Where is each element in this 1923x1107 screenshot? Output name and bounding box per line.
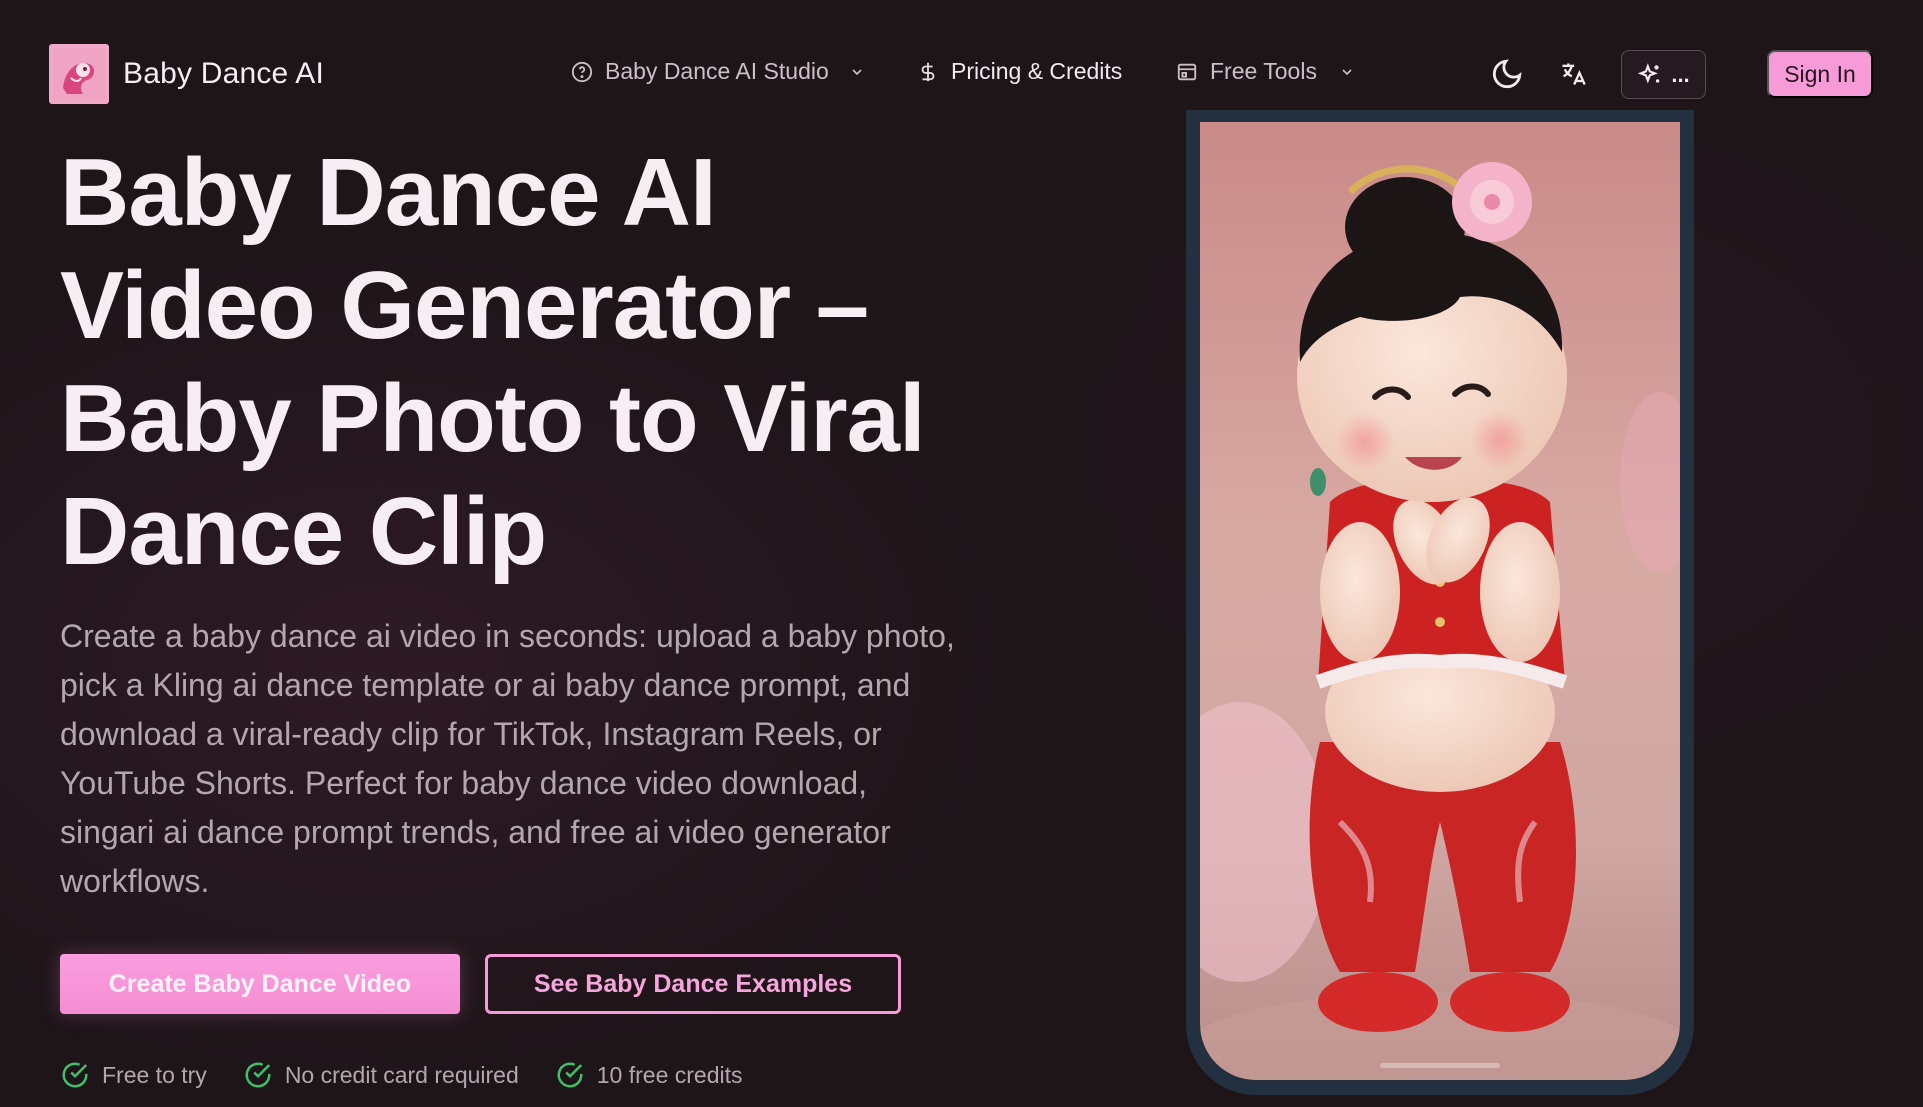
feature-label: 10 free credits xyxy=(596,1061,743,1088)
create-video-button[interactable]: Create Baby Dance Video xyxy=(60,954,460,1014)
nav-pricing-link[interactable]: Pricing & Credits xyxy=(917,58,1122,85)
see-examples-button[interactable]: See Baby Dance Examples xyxy=(485,954,901,1014)
chevron-down-icon xyxy=(1342,68,1352,75)
hero-description: Create a baby dance ai video in seconds:… xyxy=(60,618,955,899)
nav-studio-label: Baby Dance AI Studio xyxy=(605,58,829,84)
feature-label: No credit card required xyxy=(284,1061,519,1088)
sparkles-icon xyxy=(1638,62,1660,83)
language-button[interactable] xyxy=(1558,58,1588,90)
more-tools-button[interactable]: ... xyxy=(1621,50,1706,99)
nav-free-tools-dropdown[interactable]: Free Tools xyxy=(1176,58,1355,85)
phone-home-indicator xyxy=(1380,1063,1500,1068)
theme-toggle-button[interactable] xyxy=(1488,55,1526,93)
help-circle-icon xyxy=(571,61,593,82)
feature-item: 10 free credits xyxy=(555,1060,743,1090)
sign-in-button[interactable]: Sign In xyxy=(1767,50,1873,98)
feature-label: Free to try xyxy=(102,1061,207,1088)
check-circle-icon xyxy=(245,1062,271,1088)
nav-free-tools-label: Free Tools xyxy=(1210,58,1317,84)
nav-studio-dropdown[interactable]: Baby Dance AI Studio xyxy=(571,58,865,85)
demo-video-preview[interactable] xyxy=(1200,122,1680,1080)
hero-title: Baby Dance AI Video Generator – Baby Pho… xyxy=(60,139,926,585)
check-circle-icon xyxy=(557,1062,583,1088)
nav-pricing-label: Pricing & Credits xyxy=(951,58,1123,84)
chevron-down-icon xyxy=(852,68,862,75)
brand-name: Baby Dance AI xyxy=(123,57,325,90)
check-circle-icon xyxy=(62,1062,88,1088)
logo-icon xyxy=(49,44,109,104)
feature-item: Free to try xyxy=(60,1060,207,1090)
dancing-baby-illustration xyxy=(1200,122,1680,1080)
moon-icon xyxy=(1492,59,1522,89)
feature-list: Free to try No credit card required 10 f… xyxy=(60,1060,743,1090)
browser-window-icon xyxy=(1177,63,1197,80)
feature-item: No credit card required xyxy=(243,1060,519,1090)
brand-link[interactable]: Baby Dance AI xyxy=(49,44,324,104)
dollar-icon xyxy=(921,62,935,81)
translate-icon xyxy=(1562,63,1586,85)
phone-mockup xyxy=(1186,110,1694,1095)
more-label: ... xyxy=(1671,61,1690,87)
